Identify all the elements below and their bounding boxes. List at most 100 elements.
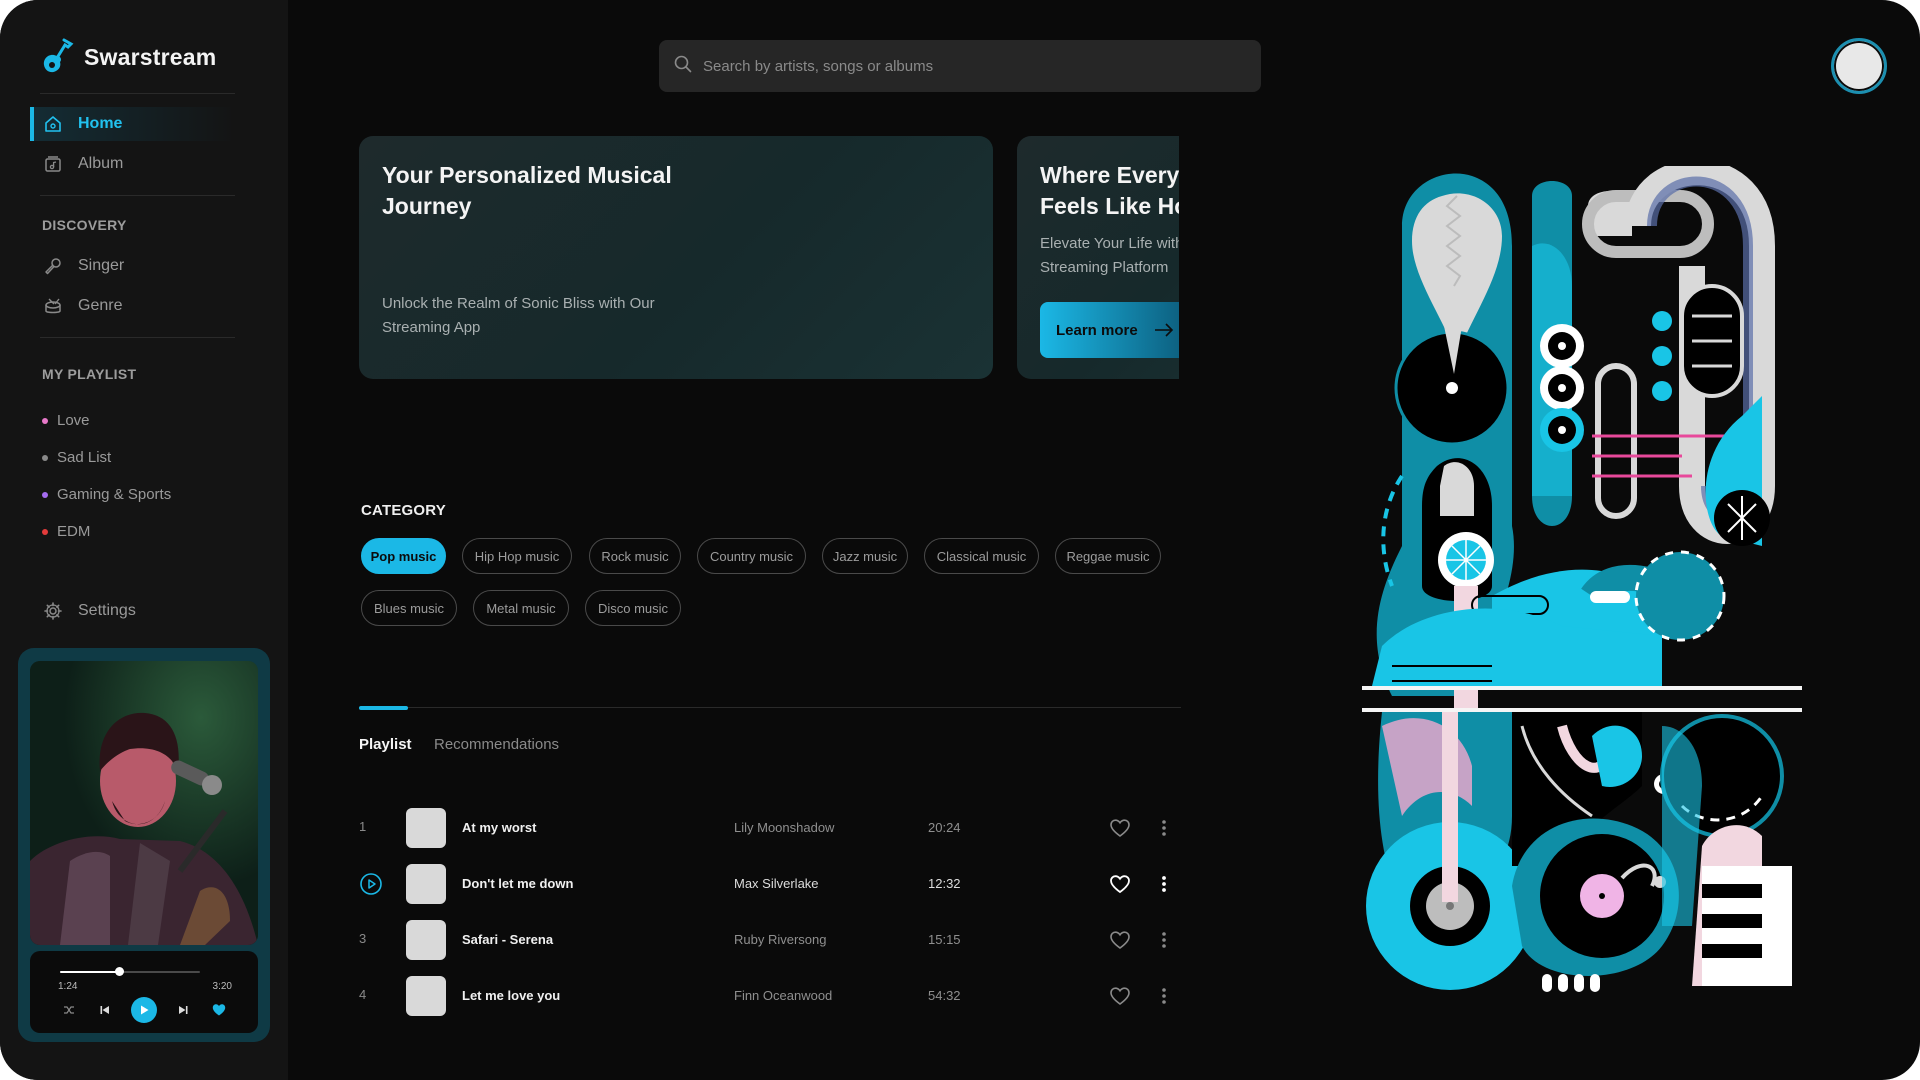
more-options-icon[interactable]	[1156, 984, 1172, 1008]
search-input[interactable]	[703, 57, 1243, 75]
chip-metal[interactable]: Metal music	[473, 590, 569, 626]
hero-text: Unlock the Realm of Sonic Bliss with Our…	[382, 295, 655, 336]
hero-carousel: Your Personalized Musical Journey Unlock…	[359, 136, 1179, 379]
sidebar-item-label: Album	[78, 155, 124, 172]
playlist-item-edm[interactable]: EDM	[42, 523, 90, 540]
playlist-label: Gaming & Sports	[57, 486, 172, 503]
more-options-icon[interactable]	[1156, 928, 1172, 952]
guitar-logo-icon	[43, 38, 74, 73]
now-playing-artwork	[30, 661, 258, 945]
sidebar-divider	[40, 195, 235, 196]
playlist-dot	[42, 491, 48, 498]
mini-player: 1:24 3:20	[18, 648, 270, 1042]
brand[interactable]: Swarstream	[40, 38, 216, 76]
player-controls: 1:24 3:20	[30, 951, 258, 1033]
playlist-item-love[interactable]: Love	[42, 412, 90, 429]
hero-card-primary[interactable]: Your Personalized Musical Journey Unlock…	[359, 136, 993, 379]
sidebar-divider	[40, 93, 235, 94]
album-icon	[42, 153, 64, 175]
sidebar-item-label: Settings	[78, 602, 136, 619]
heart-outline-icon[interactable]	[1108, 928, 1132, 952]
tab-recommendations[interactable]: Recommendations	[434, 736, 559, 753]
heart-outline-icon[interactable]	[1108, 984, 1132, 1008]
playlist-label: Love	[57, 412, 90, 429]
hero-title: Where Every Beat Feels Like Home	[1040, 162, 1179, 219]
song-artist: Lily Moonshadow	[734, 820, 835, 835]
playlist-item-gaming[interactable]: Gaming & Sports	[42, 486, 171, 503]
chip-rock[interactable]: Rock music	[589, 538, 681, 574]
search-bar[interactable]	[659, 40, 1261, 92]
chip-reggae[interactable]: Reggae music	[1055, 538, 1161, 574]
song-artist: Finn Oceanwood	[734, 988, 833, 1003]
sidebar-item-label: Genre	[78, 297, 123, 314]
active-tab-indicator	[359, 706, 408, 710]
play-circle-icon[interactable]	[359, 872, 382, 899]
category-title: CATEGORY	[361, 502, 446, 519]
tab-playlist[interactable]: Playlist	[359, 736, 412, 753]
previous-icon[interactable]	[95, 1000, 115, 1020]
sidebar-item-settings[interactable]: Settings	[30, 594, 235, 628]
discovery-label: DISCOVERY	[42, 217, 127, 233]
song-duration: 12:32	[928, 876, 961, 891]
abstract-music-artwork-icon	[1362, 166, 1802, 992]
song-title: Let me love you	[462, 988, 561, 1003]
sidebar-item-home[interactable]: Home	[30, 107, 235, 141]
chip-disco[interactable]: Disco music	[585, 590, 681, 626]
song-duration: 20:24	[928, 820, 961, 835]
song-thumbnail	[406, 920, 446, 960]
song-title: Safari - Serena	[462, 932, 554, 947]
heart-filled-icon[interactable]	[209, 1000, 229, 1020]
song-duration: 54:32	[928, 988, 961, 1003]
learn-more-label: Learn more	[1056, 321, 1138, 339]
playlist-label: Sad List	[57, 449, 112, 466]
user-avatar[interactable]	[1831, 38, 1887, 94]
playlist-dot	[42, 417, 48, 424]
drum-icon	[42, 295, 64, 317]
heart-outline-icon[interactable]	[1108, 816, 1132, 840]
next-icon[interactable]	[173, 1000, 193, 1020]
heart-outline-icon[interactable]	[1108, 872, 1132, 896]
chip-classical[interactable]: Classical music	[924, 538, 1039, 574]
control-row	[30, 997, 258, 1023]
hero-card-secondary[interactable]: Where Every Beat Feels Like Home Elevate…	[1017, 136, 1179, 379]
song-row[interactable]: 3 Safari - Serena Ruby Riversong 15:15	[359, 919, 1181, 961]
play-button[interactable]	[131, 997, 157, 1023]
shuffle-icon[interactable]	[59, 1000, 79, 1020]
sidebar-item-album[interactable]: Album	[30, 147, 235, 181]
song-row-playing[interactable]: Don't let me down Max Silverlake 12:32	[359, 863, 1181, 905]
chip-jazz[interactable]: Jazz music	[822, 538, 908, 574]
sidebar-item-genre[interactable]: Genre	[30, 289, 235, 323]
chip-hip-hop[interactable]: Hip Hop music	[462, 538, 572, 574]
total-time: 3:20	[212, 981, 232, 992]
sidebar: Swarstream Home Album DISCOVERY Singer G…	[0, 0, 288, 1080]
song-row[interactable]: 1 At my worst Lily Moonshadow 20:24	[359, 807, 1181, 849]
song-number: 3	[359, 931, 367, 946]
chip-blues[interactable]: Blues music	[361, 590, 457, 626]
song-title: Don't let me down	[462, 876, 574, 891]
playlist-dot	[42, 454, 48, 461]
sidebar-item-label: Singer	[78, 257, 125, 274]
learn-more-button[interactable]: Learn more	[1040, 302, 1179, 358]
playlist-item-sad-list[interactable]: Sad List	[42, 449, 111, 466]
progress-handle[interactable]	[114, 967, 124, 976]
more-options-icon[interactable]	[1156, 872, 1172, 896]
sidebar-divider	[40, 337, 235, 338]
arrow-right-icon	[1154, 323, 1173, 337]
song-number: 4	[359, 987, 367, 1002]
progress-bar[interactable]	[60, 967, 200, 976]
home-icon	[42, 113, 64, 135]
more-options-icon[interactable]	[1156, 816, 1172, 840]
chip-pop[interactable]: Pop music	[361, 538, 446, 574]
hero-text: Elevate Your Life with Music Streaming P…	[1040, 235, 1179, 276]
song-artist: Max Silverlake	[734, 876, 819, 891]
sidebar-item-singer[interactable]: Singer	[30, 249, 235, 283]
microphone-icon	[42, 255, 64, 277]
elapsed-time: 1:24	[58, 981, 78, 992]
song-row[interactable]: 4 Let me love you Finn Oceanwood 54:32	[359, 975, 1181, 1017]
singer-photo-icon	[30, 661, 258, 945]
hero-title: Your Personalized Musical Journey	[382, 162, 672, 219]
chip-country[interactable]: Country music	[697, 538, 806, 574]
song-thumbnail	[406, 808, 446, 848]
playlist-label: MY PLAYLIST	[42, 366, 137, 382]
tabs-divider	[359, 707, 1181, 708]
